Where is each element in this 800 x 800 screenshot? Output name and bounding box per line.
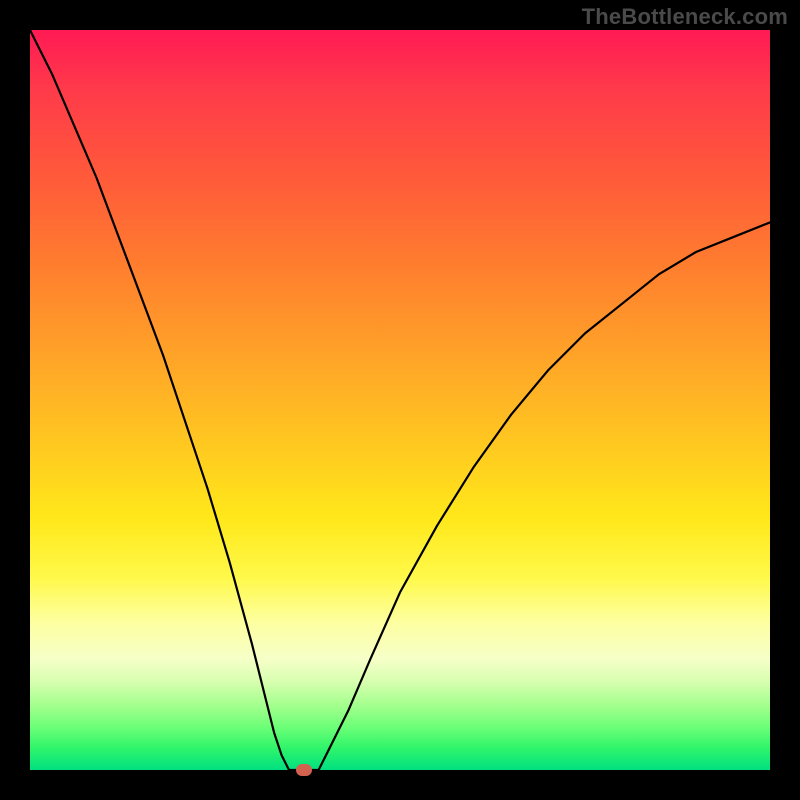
- chart-frame: [30, 30, 770, 770]
- watermark-text: TheBottleneck.com: [582, 4, 788, 30]
- bottleneck-curve: [30, 30, 770, 770]
- optimal-point-marker: [296, 764, 312, 776]
